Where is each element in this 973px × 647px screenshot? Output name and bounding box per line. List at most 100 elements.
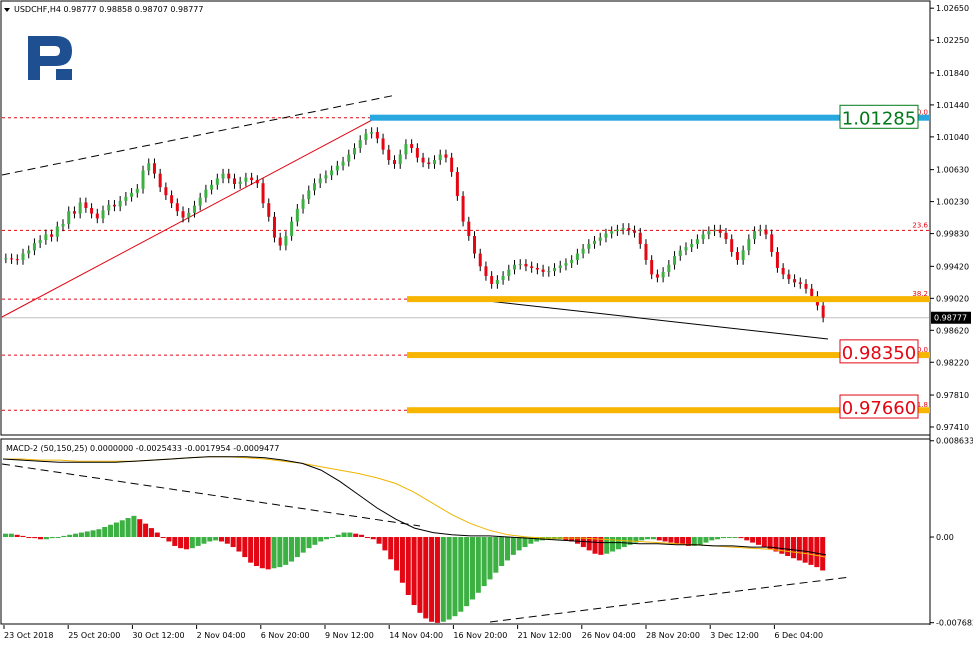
candle-body [535, 267, 539, 270]
macd-histogram-bar [218, 537, 225, 542]
price-tick-label: 1.01040 [936, 133, 969, 142]
candle-body [701, 234, 705, 240]
macd-histogram-bar [639, 537, 645, 541]
macd-histogram-bar [359, 534, 365, 538]
macd-histogram-bar [563, 537, 569, 541]
macd-histogram-bar [469, 537, 475, 600]
macd-histogram-bar [96, 529, 102, 538]
candle-body [490, 275, 494, 284]
time-tick-label: 14 Nov 04:00 [389, 631, 443, 640]
macd-histogram-bar [504, 537, 511, 561]
candle-body [152, 163, 156, 174]
macd-histogram-bar [802, 537, 808, 563]
macd-histogram-bar [353, 533, 359, 538]
candle-body [410, 144, 414, 149]
macd-histogram-bar [726, 537, 732, 539]
candle-body [158, 173, 162, 188]
candle-body [78, 202, 82, 214]
time-tick-label: 25 Oct 20:00 [68, 631, 120, 640]
macd-histogram-bar [405, 537, 411, 596]
time-tick-label: 26 Nov 04:00 [582, 631, 636, 640]
macd-histogram-bar [26, 537, 32, 539]
macd-histogram-bar [306, 537, 312, 549]
candle-body [770, 234, 774, 252]
macd-histogram-bar [125, 518, 131, 538]
candle-body [364, 133, 368, 141]
macd-histogram-bar [242, 537, 248, 558]
candle-body [347, 154, 351, 162]
candle-body [61, 223, 65, 227]
candle-body [84, 202, 88, 209]
macd-tick-label: 0.00 [936, 533, 954, 542]
candle-body [775, 251, 779, 268]
candle-body [118, 200, 122, 207]
macd-histogram-bar [236, 537, 242, 552]
candle-body [804, 283, 808, 289]
time-tick-label: 2 Nov 04:00 [197, 631, 246, 640]
macd-histogram-bar [61, 535, 67, 538]
price-tick-label: 1.01840 [936, 69, 969, 78]
candle-body [455, 172, 459, 197]
macd-histogram-bar [645, 537, 651, 540]
macd-histogram-bar [248, 537, 254, 563]
fib-level-label: 23.6 [912, 221, 928, 229]
macd-histogram-bar [703, 537, 709, 543]
candle-body [593, 240, 597, 244]
candle-body [112, 204, 116, 207]
macd-histogram-bar [394, 537, 400, 571]
macd-histogram-bar [341, 532, 347, 538]
time-tick-label: 21 Nov 12:00 [518, 631, 572, 640]
candle-body [598, 237, 602, 241]
candle-body [575, 253, 579, 260]
candle-body [581, 248, 585, 254]
candle-body [50, 234, 54, 237]
macd-histogram-bar [370, 537, 376, 540]
macd-histogram-bar [399, 537, 405, 583]
candle-body [227, 173, 231, 179]
support-zone [407, 296, 930, 303]
candle-body [495, 279, 499, 284]
macd-histogram-bar [32, 537, 38, 539]
candle-body [352, 148, 356, 155]
candle-body [232, 178, 236, 185]
candle-body [707, 231, 711, 235]
macd-histogram-bar [143, 523, 149, 538]
macd-histogram-bar [108, 524, 114, 538]
candle-body [690, 243, 694, 248]
candle-body [633, 230, 637, 233]
candle-body [187, 212, 191, 218]
macd-histogram-bar [499, 537, 505, 567]
candle-body [404, 144, 408, 155]
candle-body [330, 170, 334, 176]
candle-body [758, 229, 762, 232]
macd-histogram-bar [277, 537, 283, 568]
price-tick-label: 0.97810 [936, 391, 969, 400]
macd-histogram-bar [440, 537, 446, 622]
time-tick-label: 16 Nov 20:00 [453, 631, 507, 640]
candle-body [324, 175, 328, 179]
macd-histogram-bar [697, 537, 703, 545]
price-tick-label: 1.02650 [936, 4, 969, 13]
macd-histogram-bar [189, 537, 195, 549]
macd-histogram-bar [814, 537, 820, 568]
macd-histogram-bar [318, 537, 324, 542]
macd-histogram-bar [720, 537, 726, 539]
candle-body [684, 247, 688, 251]
macd-histogram-bar [329, 537, 335, 539]
candle-body [181, 211, 185, 218]
candle-body [32, 243, 36, 251]
candle-body [678, 250, 682, 256]
macd-histogram-bar [178, 537, 184, 549]
candle-body [741, 250, 745, 260]
candle-body [255, 180, 259, 184]
macd-histogram-bar [621, 537, 627, 548]
candle-body [95, 213, 99, 219]
candle-body [564, 263, 568, 266]
candle-body [15, 259, 19, 261]
candle-body [610, 231, 614, 234]
macd-histogram-bar [55, 537, 61, 539]
candle-body [27, 250, 31, 254]
candle-body [667, 264, 671, 272]
macd-histogram-bar [785, 537, 791, 556]
candle-body [44, 234, 48, 240]
